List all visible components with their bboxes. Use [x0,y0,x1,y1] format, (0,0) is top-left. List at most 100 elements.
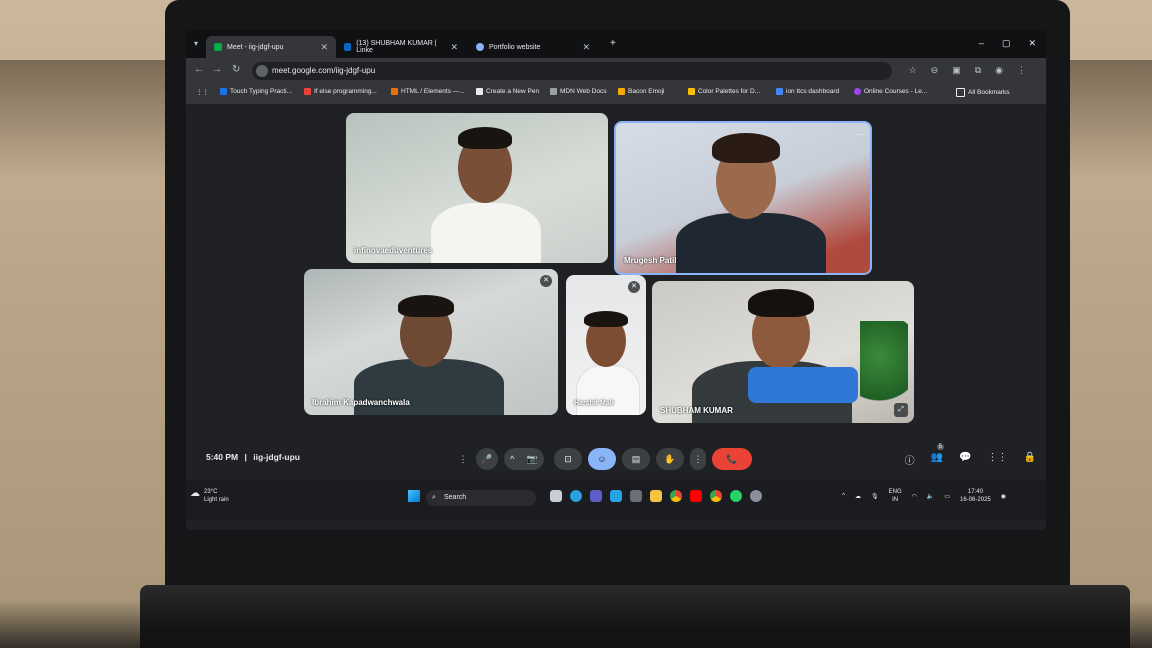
present-button[interactable]: ⊡ [554,448,582,470]
globe-icon [476,43,484,51]
copilot-icon[interactable] [570,490,582,502]
youtube-icon[interactable] [690,490,702,502]
leave-call-button[interactable]: 📞 [712,448,752,470]
people-icon: 👥 [930,452,944,463]
meeting-code: iig-jdgf-upu [253,452,300,462]
chrome-profile-icon[interactable] [710,490,722,502]
screen: ▾ Meet - iig-jdgf-upu ✕ (13) SHUBHAM KUM… [186,30,1046,530]
close-icon[interactable]: ✕ [582,42,590,53]
address-bar[interactable]: meet.google.com/iig-jdgf-upu [252,62,892,80]
bookmark-favicon [391,88,398,95]
file-explorer-icon[interactable] [650,490,662,502]
battery-icon[interactable]: ▭ [944,493,950,500]
side-panel-buttons: ⓘ 👥 5 💬 ⋮⋮ 🔒 [905,444,1036,467]
language-indicator[interactable]: ENG IN [889,488,902,504]
store-icon[interactable] [630,490,642,502]
maximize-button[interactable]: ▢ [1002,38,1011,49]
desktop-icon[interactable] [610,490,622,502]
bookmark-favicon [776,88,783,95]
camera-button[interactable]: ^ 📷 [504,448,544,470]
participant-name: SHUBHAM KUMAR [660,406,733,415]
toolbar: ← → ↻ meet.google.com/iig-jdgf-upu ☆ ⊖ ▣… [186,58,1046,84]
phone-in-hand [748,367,858,403]
participant-tile[interactable]: ✕ Harshit Mali [566,275,646,415]
taskbar-search[interactable]: ⌕ Search [426,490,536,506]
captions-button[interactable]: ▤ [622,448,650,470]
volume-icon[interactable]: 🔈 [927,493,934,500]
weather-widget[interactable]: ☁ 23°C Light rain [190,488,229,504]
bookmark-item[interactable]: ion ttcs dashboard [776,88,839,95]
url-text: meet.google.com/iig-jdgf-upu [272,66,376,75]
wifi-icon[interactable]: ◠ [912,493,917,500]
bookmark-item[interactable]: Touch Typing Practi... [220,88,292,95]
reload-icon[interactable]: ↻ [232,64,240,75]
chevron-up-icon[interactable]: ^ [842,493,845,499]
bookmark-star-icon[interactable]: ☆ [909,65,917,76]
apps-icon[interactable]: ⋮⋮ [196,88,209,96]
info-icon[interactable]: ⓘ [905,452,915,467]
profile-avatar[interactable]: ◉ [995,65,1003,76]
participant-tile[interactable]: ✕ Ibrahim Kapadwanchwala [304,269,558,415]
bookmark-item[interactable]: If else programming... [304,88,377,95]
tab-linkedin[interactable]: (13) SHUBHAM KUMAR | Linke ✕ [336,36,466,58]
minimize-button[interactable]: – [979,38,984,49]
clock-time: 17:40 [967,489,983,495]
participant-tile[interactable]: infinovaeduventures [346,113,608,263]
new-tab-button[interactable]: + [610,38,616,49]
tab-portfolio[interactable]: Portfolio website ✕ [468,36,598,58]
teams-icon[interactable] [590,490,602,502]
people-button[interactable]: 👥 5 [930,444,944,467]
forward-icon[interactable]: → [212,64,222,75]
bookmark-item[interactable]: MDN Web Docs [550,88,606,95]
raise-hand-button[interactable]: ✋ [656,448,684,470]
site-info-icon[interactable] [256,65,268,77]
notification-icon[interactable]: ◉ [1001,493,1006,500]
pin-icon[interactable]: ⤢ [894,403,908,417]
puzzle-icon[interactable]: ⧉ [975,65,981,76]
bookmark-favicon [688,88,695,95]
start-icon[interactable] [408,490,420,502]
back-icon[interactable]: ← [194,64,204,75]
tab-title: (13) SHUBHAM KUMAR | Linke [356,40,437,54]
chat-icon[interactable]: 💬 [959,452,971,467]
meet-controls: 5:40 PM | iig-jdgf-upu ⋮ 🎤 ^ 📷 ⊡ ☺ ▤ ✋ ⋮… [186,440,1046,478]
bookmark-item[interactable]: Color Palettes for D... [688,88,760,95]
clock[interactable]: 17:40 16-06-2025 [960,488,991,504]
whatsapp-icon[interactable] [730,490,742,502]
settings-icon[interactable] [750,490,762,502]
close-icon[interactable]: ✕ [450,42,458,53]
window-controls: – ▢ ✕ [979,38,1036,49]
all-bookmarks[interactable]: All Bookmarks [956,88,1010,97]
emoji-button[interactable]: ☺ [588,448,616,470]
participant-count-badge: 5 [936,444,944,450]
bookmark-item[interactable]: HTML / Elements —... [391,88,465,95]
activities-icon[interactable]: ⋮⋮ [988,452,1008,467]
onedrive-icon[interactable]: ☁ [855,493,861,500]
more-options-icon[interactable]: ⋯ [855,129,864,140]
task-view-icon[interactable] [550,490,562,502]
participant-name: Mrugesh Patil [624,256,677,265]
tab-search-icon[interactable]: ▾ [194,39,198,48]
participant-tile[interactable]: SHUBHAM KUMAR ⤢ [652,281,914,423]
extension-icon[interactable]: ⊖ [931,65,939,76]
tab-title: Portfolio website [489,43,541,51]
bookmark-favicon [618,88,625,95]
bookmark-item[interactable]: Create a New Pen [476,88,539,95]
host-controls-icon[interactable]: 🔒 [1024,452,1036,467]
microphone-icon[interactable]: 🎙 [871,493,879,500]
participant-tile[interactable]: ⋯ Mrugesh Patil [614,121,872,275]
options-button[interactable]: ⋮ [690,448,706,470]
bookmark-item[interactable]: Online Courses - Le... [854,88,927,95]
more-controls-button[interactable]: ⋮ [452,448,474,470]
bookmark-item[interactable]: Bacon Emoji [618,88,665,95]
chrome-icon[interactable] [670,490,682,502]
person-figure [748,289,814,317]
close-icon[interactable]: ✕ [320,42,328,53]
close-window-button[interactable]: ✕ [1028,38,1036,49]
folder-icon [956,88,965,97]
toolbar-icons: ☆ ⊖ ▣ ⧉ ◉ ⋮ [909,65,1026,76]
menu-icon[interactable]: ⋮ [1017,65,1026,76]
mic-button[interactable]: 🎤 [476,448,498,470]
cast-icon[interactable]: ▣ [952,65,961,76]
tab-meet[interactable]: Meet - iig-jdgf-upu ✕ [206,36,336,58]
